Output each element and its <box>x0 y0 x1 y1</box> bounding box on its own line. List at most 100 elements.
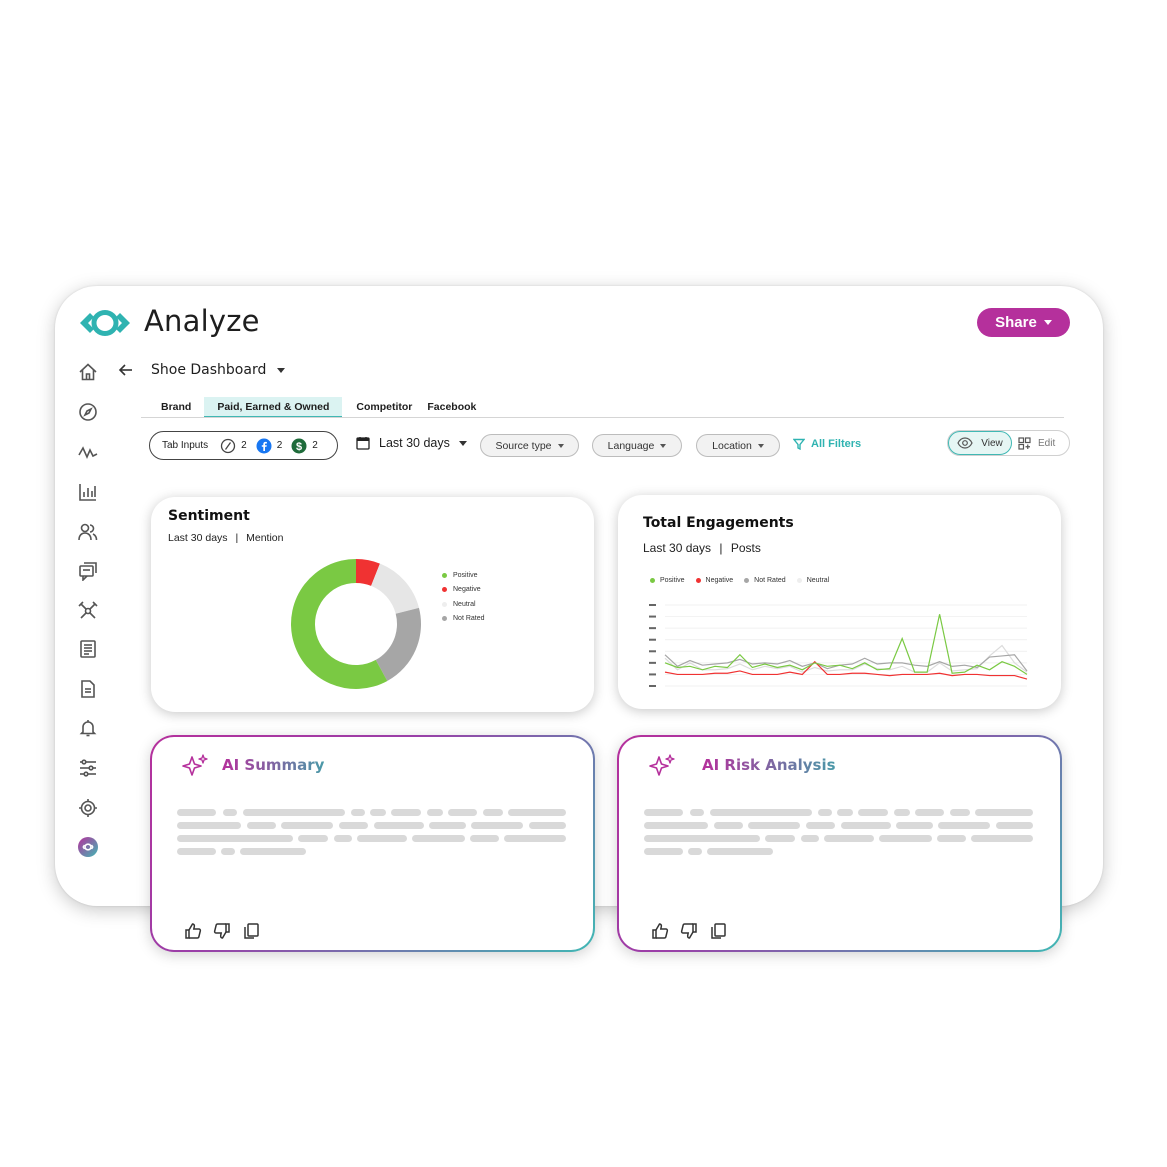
thumbs-up-icon[interactable] <box>651 922 669 940</box>
copy-icon[interactable] <box>709 922 727 940</box>
date-range-label: Last 30 days <box>379 436 450 450</box>
earned-media-icon <box>221 438 236 453</box>
tab-divider <box>141 417 1064 418</box>
settings-icon[interactable] <box>76 796 100 820</box>
share-label: Share <box>995 314 1037 331</box>
legend-not-rated: Not Rated <box>442 612 485 627</box>
tab-inputs-button[interactable]: Tab Inputs 2 2 $ 2 <box>149 431 338 460</box>
tab-paid-earned-owned[interactable]: Paid, Earned & Owned <box>204 397 343 418</box>
ai-risk-title: AI Risk Analysis <box>702 756 836 774</box>
source-type-filter[interactable]: Source type <box>480 434 579 457</box>
tab-facebook[interactable]: Facebook <box>420 397 489 418</box>
bar-chart-icon[interactable] <box>76 480 100 504</box>
report-icon[interactable] <box>76 637 100 661</box>
all-filters-label: All Filters <box>811 438 862 450</box>
chevron-down-icon <box>557 443 564 448</box>
series-line-positive[interactable] <box>664 614 1028 675</box>
ai-summary-title: AI Summary <box>222 756 325 774</box>
legend-label: Positive <box>660 577 685 584</box>
edit-button[interactable]: Edit <box>1016 432 1066 454</box>
positive-swatch <box>442 572 447 578</box>
edit-label: Edit <box>1038 437 1056 449</box>
earned-count: 2 <box>241 440 247 451</box>
legend-negative: Negative <box>695 577 734 584</box>
language-label: Language <box>607 439 655 452</box>
sliders-icon[interactable] <box>76 756 100 780</box>
y-tick-label <box>649 604 656 606</box>
separator: | <box>719 541 723 555</box>
language-filter[interactable]: Language <box>592 434 682 457</box>
legend-label: Not Rated <box>453 615 485 623</box>
ai-risk-body: AI Risk Analysis <box>619 737 1060 950</box>
ai-summary-card: AI Summary <box>150 735 595 952</box>
sentiment-legend: Positive Negative Neutral Not Rated <box>442 568 485 626</box>
chat-icon[interactable] <box>76 559 100 583</box>
donut-slice-not-rated[interactable] <box>375 607 421 681</box>
y-tick-label <box>649 673 656 676</box>
compass-icon[interactable] <box>76 400 100 424</box>
legend-label: Not Rated <box>754 577 786 584</box>
sparkle-icon <box>649 754 675 776</box>
share-button[interactable]: Share <box>977 308 1070 337</box>
chevron-down-icon <box>458 440 467 446</box>
negative-swatch <box>442 587 447 593</box>
calendar-icon <box>356 437 370 450</box>
eye-icon <box>957 437 973 449</box>
thumbs-down-icon[interactable] <box>213 922 231 940</box>
copy-icon[interactable] <box>242 922 260 940</box>
tab-inputs-label: Tab Inputs <box>162 440 209 451</box>
network-icon[interactable] <box>76 599 100 623</box>
location-filter[interactable]: Location <box>696 434 780 457</box>
dashboard-title[interactable]: Shoe Dashboard <box>151 362 266 378</box>
legend-positive: Positive <box>650 577 685 584</box>
y-tick-label <box>649 638 656 641</box>
legend-not-rated: Not Rated <box>744 577 786 584</box>
filter-icon <box>793 438 805 450</box>
activity-icon[interactable] <box>76 440 100 464</box>
sentiment-card: Sentiment Last 30 days | Mention Positiv… <box>151 497 594 712</box>
tab-brand[interactable]: Brand <box>148 397 204 418</box>
grid-edit-icon <box>1018 436 1031 450</box>
y-tick-label <box>649 615 656 618</box>
sentiment-subtitle: Last 30 days | Mention <box>168 532 283 544</box>
thumbs-up-icon[interactable] <box>184 922 202 940</box>
home-icon[interactable] <box>76 360 100 384</box>
facebook-count: 2 <box>276 440 283 451</box>
dollar-icon: $ <box>291 438 307 453</box>
legend-neutral: Neutral <box>442 597 485 612</box>
sparkle-icon <box>182 754 208 776</box>
engagement-period: Last 30 days <box>643 541 712 555</box>
facebook-icon <box>256 438 272 453</box>
engagement-subtitle: Last 30 days | Posts <box>643 541 761 555</box>
legend-label: Negative <box>705 577 734 584</box>
ai-risk-feedback <box>651 922 727 940</box>
not-rated-swatch <box>442 616 447 622</box>
neutral-swatch <box>442 601 447 607</box>
not-rated-swatch <box>744 578 750 583</box>
ai-risk-card: AI Risk Analysis <box>617 735 1062 952</box>
bell-icon[interactable] <box>76 716 100 740</box>
y-tick-label <box>649 650 656 653</box>
chevron-down-icon <box>757 443 764 448</box>
back-arrow-icon[interactable] <box>118 362 136 378</box>
thumbs-down-icon[interactable] <box>680 922 698 940</box>
engagement-line-chart <box>649 604 1028 687</box>
people-icon[interactable] <box>76 520 100 544</box>
source-type-label: Source type <box>495 439 552 452</box>
donut-slice-neutral[interactable] <box>371 563 419 614</box>
chevron-down-icon <box>660 443 667 448</box>
date-range-filter[interactable]: Last 30 days <box>356 436 467 450</box>
legend-negative: Negative <box>442 583 485 598</box>
chevron-down-icon <box>1043 320 1052 325</box>
document-icon[interactable] <box>76 677 100 701</box>
y-tick-label <box>649 661 656 664</box>
location-label: Location <box>712 439 752 452</box>
all-filters-button[interactable]: All Filters <box>793 438 861 450</box>
sentiment-donut-chart <box>290 559 421 689</box>
chevron-down-icon[interactable] <box>277 368 285 373</box>
view-button[interactable]: View <box>948 431 1012 455</box>
analyze-logo-icon[interactable] <box>76 835 100 859</box>
tab-competitor[interactable]: Competitor <box>342 397 420 418</box>
analyze-logo[interactable] <box>77 308 133 338</box>
negative-swatch <box>695 578 701 583</box>
